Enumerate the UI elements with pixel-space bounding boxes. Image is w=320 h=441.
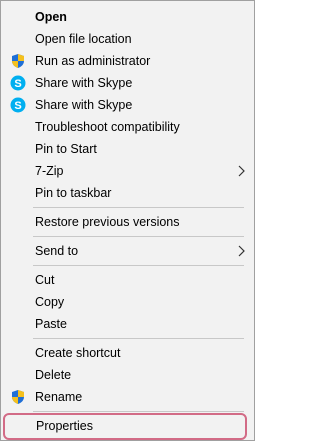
uac-shield-icon xyxy=(10,389,26,405)
menu-item-7zip[interactable]: 7-Zip xyxy=(4,160,251,182)
svg-text:S: S xyxy=(14,100,21,112)
svg-text:S: S xyxy=(14,78,21,90)
context-menu: Open Open file location Run as administr… xyxy=(0,0,255,441)
menu-item-label: Run as administrator xyxy=(35,54,151,68)
menu-item-label: Restore previous versions xyxy=(35,215,180,229)
menu-item-rename[interactable]: Rename xyxy=(4,386,251,408)
skype-icon: S xyxy=(10,75,26,91)
menu-separator xyxy=(33,411,244,412)
menu-separator xyxy=(33,236,244,237)
menu-item-delete[interactable]: Delete xyxy=(4,364,251,386)
menu-item-label: Pin to Start xyxy=(35,142,97,156)
menu-item-label: Properties xyxy=(36,419,93,433)
menu-item-open[interactable]: Open xyxy=(4,6,251,28)
menu-item-share-with-skype[interactable]: S Share with Skype xyxy=(4,72,251,94)
menu-item-label: Pin to taskbar xyxy=(35,186,112,200)
menu-item-pin-to-taskbar[interactable]: Pin to taskbar xyxy=(4,182,251,204)
menu-item-troubleshoot-compatibility[interactable]: Troubleshoot compatibility xyxy=(4,116,251,138)
chevron-right-icon xyxy=(237,165,247,177)
chevron-right-icon xyxy=(237,245,247,257)
menu-separator xyxy=(33,338,244,339)
menu-item-create-shortcut[interactable]: Create shortcut xyxy=(4,342,251,364)
menu-item-share-with-skype[interactable]: S Share with Skype xyxy=(4,94,251,116)
skype-icon: S xyxy=(10,97,26,113)
menu-item-label: Paste xyxy=(35,317,67,331)
menu-item-open-file-location[interactable]: Open file location xyxy=(4,28,251,50)
menu-item-label: Send to xyxy=(35,244,79,258)
menu-item-label: Copy xyxy=(35,295,65,309)
menu-item-pin-to-start[interactable]: Pin to Start xyxy=(4,138,251,160)
menu-item-cut[interactable]: Cut xyxy=(4,269,251,291)
menu-item-label: Open xyxy=(35,10,67,24)
menu-item-label: Delete xyxy=(35,368,72,382)
menu-item-run-as-administrator[interactable]: Run as administrator xyxy=(4,50,251,72)
menu-item-label: Create shortcut xyxy=(35,346,121,360)
menu-item-label: Share with Skype xyxy=(35,98,133,112)
menu-item-restore-previous-versions[interactable]: Restore previous versions xyxy=(4,211,251,233)
menu-item-label: Troubleshoot compatibility xyxy=(35,120,180,134)
menu-separator xyxy=(33,207,244,208)
menu-item-copy[interactable]: Copy xyxy=(4,291,251,313)
menu-item-properties[interactable]: Properties xyxy=(3,413,247,440)
menu-item-label: Cut xyxy=(35,273,55,287)
menu-item-paste[interactable]: Paste xyxy=(4,313,251,335)
menu-item-label: 7-Zip xyxy=(35,164,64,178)
menu-item-label: Open file location xyxy=(35,32,132,46)
menu-item-send-to[interactable]: Send to xyxy=(4,240,251,262)
uac-shield-icon xyxy=(10,53,26,69)
menu-item-label: Rename xyxy=(35,390,83,404)
menu-separator xyxy=(33,265,244,266)
menu-item-label: Share with Skype xyxy=(35,76,133,90)
